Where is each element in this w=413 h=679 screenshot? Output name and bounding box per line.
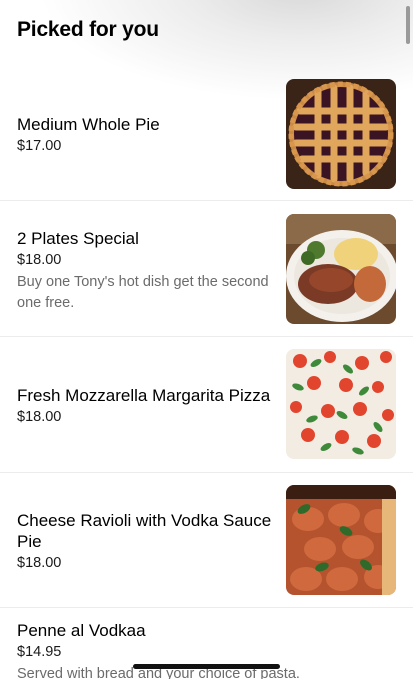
divider (0, 472, 413, 473)
vodka-sauce-pie-image[interactable] (286, 485, 396, 595)
meat-plate-image[interactable] (286, 214, 396, 324)
menu-item-name: Cheese Ravioli with Vodka Sauce Pie (17, 511, 272, 551)
menu-item-description: Buy one Tony's hot dish get the second o… (17, 274, 269, 311)
scrollbar-thumb[interactable] (406, 6, 410, 44)
menu-item-cheese-ravioli-vodka-sauce-pie[interactable]: Cheese Ravioli with Vodka Sauce Pie $18.… (0, 485, 413, 595)
divider (0, 200, 413, 201)
margarita-pizza-image[interactable] (286, 349, 396, 459)
menu-item-text: Fresh Mozzarella Margarita Pizza $18.00 (17, 385, 279, 427)
menu-item-name: Medium Whole Pie (17, 115, 160, 134)
menu-item-text: Cheese Ravioli with Vodka Sauce Pie $18.… (17, 510, 279, 573)
menu-item-fresh-mozzarella-margarita-pizza[interactable]: Fresh Mozzarella Margarita Pizza $18.00 (0, 349, 413, 459)
menu-item-price: $17.00 (17, 138, 62, 154)
menu-item-name: 2 Plates Special (17, 229, 139, 248)
menu-screen: Picked for you Medium Whole Pie $17.00 2… (0, 0, 413, 679)
menu-item-medium-whole-pie[interactable]: Medium Whole Pie $17.00 (0, 79, 413, 189)
menu-item-2-plates-special[interactable]: 2 Plates Special $18.00 Buy one Tony's h… (0, 214, 413, 324)
menu-item-text: 2 Plates Special $18.00 Buy one Tony's h… (17, 228, 279, 314)
menu-item-price: $18.00 (17, 555, 62, 571)
lattice-pie-image[interactable] (286, 79, 396, 189)
menu-item-price: $18.00 (17, 409, 62, 425)
divider (0, 607, 413, 608)
menu-item-price: $18.00 (17, 252, 62, 268)
menu-item-price: $14.95 (17, 644, 62, 660)
section-title: Picked for you (17, 18, 159, 41)
menu-item-penne-al-vodkaa[interactable]: Penne al Vodkaa $14.95 Served with bread… (0, 620, 413, 679)
menu-item-text: Medium Whole Pie $17.00 (17, 114, 279, 156)
menu-item-text: Penne al Vodkaa $14.95 Served with bread… (17, 620, 300, 679)
menu-item-name: Fresh Mozzarella Margarita Pizza (17, 386, 271, 405)
divider (0, 336, 413, 337)
menu-item-name: Penne al Vodkaa (17, 621, 146, 640)
home-indicator[interactable] (133, 664, 280, 669)
